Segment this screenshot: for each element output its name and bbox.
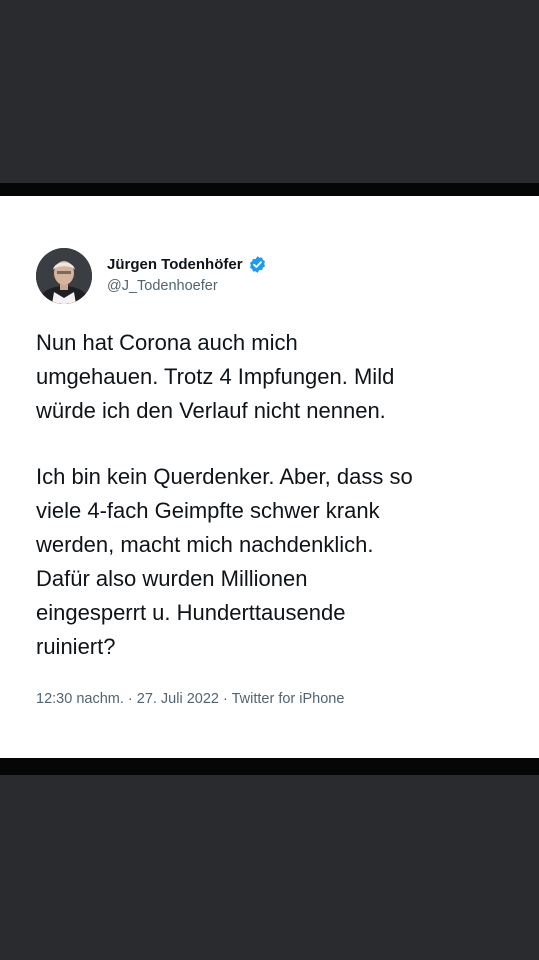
author-name-row[interactable]: Jürgen Todenhöfer <box>107 254 267 274</box>
text-line: Ich bin kein Querdenker. Aber, dass so <box>36 464 413 489</box>
text-line: würde ich den Verlauf nicht nennen. <box>36 398 386 423</box>
text-line: umgehauen. Trotz 4 Impfungen. Mild <box>36 364 395 389</box>
verified-badge-icon <box>248 255 267 274</box>
avatar-photo <box>36 248 92 304</box>
screenshot-page: Jürgen Todenhöfer @J_Todenhoefer Nun hat… <box>0 0 539 960</box>
tweet-timestamp-source[interactable]: 12:30 nachm. · 27. Juli 2022 · Twitter f… <box>36 691 344 707</box>
tweet-text: Nun hat Corona auch mich umgehauen. Trot… <box>36 326 516 664</box>
text-line: ruiniert? <box>36 634 116 659</box>
text-line: eingesperrt u. Hunderttausende <box>36 600 346 625</box>
tweet-card[interactable]: Jürgen Todenhöfer @J_Todenhoefer Nun hat… <box>0 196 539 758</box>
tweet-paragraph-2: Ich bin kein Querdenker. Aber, dass so v… <box>36 460 516 664</box>
author-name[interactable]: Jürgen Todenhöfer <box>107 256 243 273</box>
avatar[interactable] <box>36 248 92 304</box>
bottom-black-band <box>0 758 539 775</box>
author-handle[interactable]: @J_Todenhoefer <box>107 278 218 294</box>
tweet-paragraph-1: Nun hat Corona auch mich umgehauen. Trot… <box>36 326 516 428</box>
top-black-band <box>0 183 539 196</box>
text-line: werden, macht mich nachdenklich. <box>36 532 374 557</box>
text-line: Dafür also wurden Millionen <box>36 566 308 591</box>
text-line: viele 4-fach Geimpfte schwer krank <box>36 498 380 523</box>
text-line: Nun hat Corona auch mich <box>36 330 298 355</box>
